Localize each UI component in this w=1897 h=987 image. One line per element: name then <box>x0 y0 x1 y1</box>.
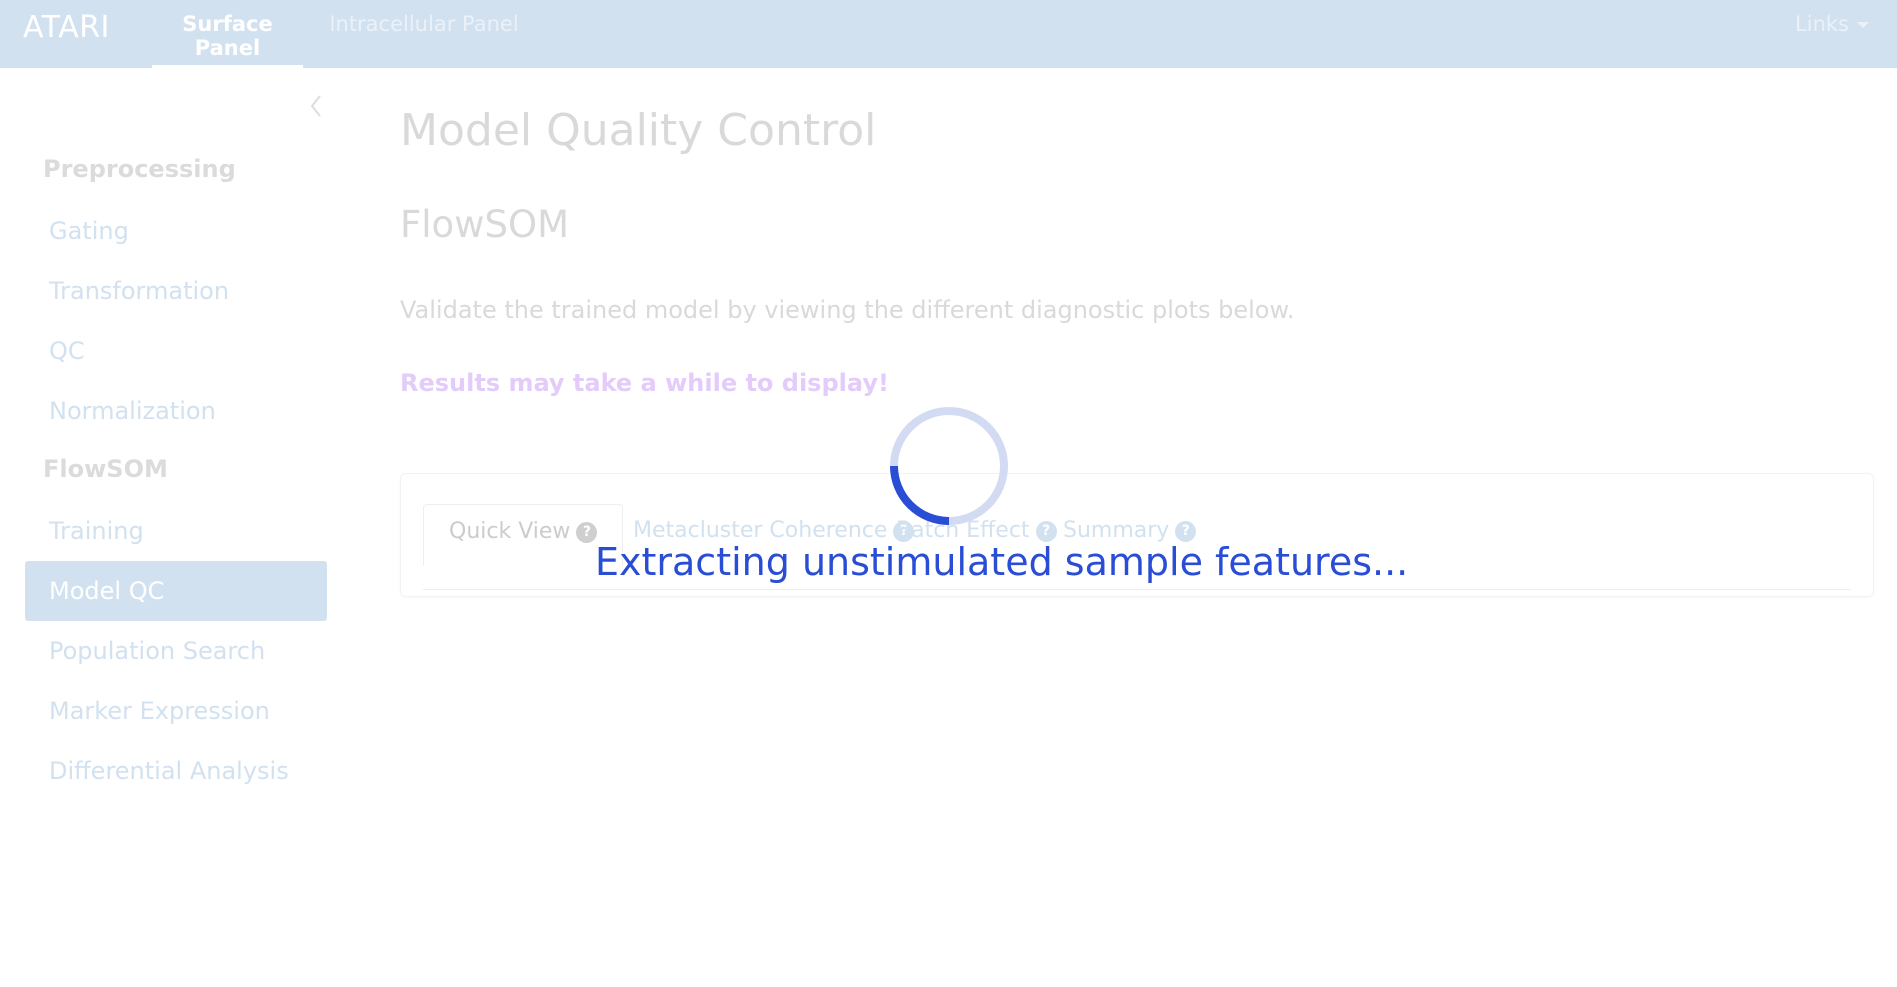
question-circle-icon[interactable]: ? <box>1175 521 1197 542</box>
sidebar-item-normalization[interactable]: Normalization <box>25 381 327 441</box>
chevron-left-icon[interactable] <box>307 93 325 119</box>
sidebar-item-label: Training <box>49 517 144 545</box>
sidebar-item-label: QC <box>49 337 85 365</box>
nav-tab-surface-panel[interactable]: Surface Panel <box>152 0 303 68</box>
sidebar-item-qc[interactable]: QC <box>25 321 327 381</box>
spinner-icon <box>887 404 1011 528</box>
links-label: Links <box>1795 12 1849 36</box>
main-content: Model Quality Control FlowSOM Validate t… <box>400 68 1874 968</box>
sidebar-item-label: Population Search <box>49 637 266 665</box>
sidebar-item-transformation[interactable]: Transformation <box>25 261 327 321</box>
sidebar-item-label: Model QC <box>49 577 165 605</box>
links-dropdown[interactable]: Links <box>1795 12 1869 36</box>
tab-quick-view[interactable]: Quick View? <box>423 504 624 566</box>
nav-tab-label: Intracellular Panel <box>329 12 519 36</box>
sidebar-item-gating[interactable]: Gating <box>25 201 327 261</box>
sidebar-item-label: Marker Expression <box>49 697 270 725</box>
sidebar-heading-preprocessing: Preprocessing <box>43 155 236 183</box>
sidebar-item-differential-analysis[interactable]: Differential Analysis <box>25 741 327 801</box>
sidebar-item-label: Gating <box>49 217 129 245</box>
section-subtitle: FlowSOM <box>400 203 569 246</box>
sidebar-heading-flowsom: FlowSOM <box>43 455 168 483</box>
sidebar-item-marker-expression[interactable]: Marker Expression <box>25 681 327 741</box>
sidebar: Preprocessing Gating Transformation QC N… <box>0 68 350 987</box>
page-title: Model Quality Control <box>400 105 877 156</box>
warning-text: Results may take a while to display! <box>400 369 889 397</box>
top-navbar: ATARI Surface Panel Intracellular Panel … <box>0 0 1897 68</box>
sidebar-item-population-search[interactable]: Population Search <box>25 621 327 681</box>
tab-label: Quick View <box>449 519 571 544</box>
sidebar-item-model-qc[interactable]: Model QC <box>25 561 327 621</box>
brand-logo[interactable]: ATARI <box>23 10 110 45</box>
sidebar-item-label: Differential Analysis <box>49 757 289 785</box>
nav-tab-label: Surface Panel <box>182 12 273 60</box>
nav-tab-intracellular-panel[interactable]: Intracellular Panel <box>324 0 524 68</box>
sidebar-item-label: Normalization <box>49 397 216 425</box>
caret-down-icon <box>1857 22 1869 28</box>
sidebar-item-training[interactable]: Training <box>25 501 327 561</box>
loading-message: Extracting unstimulated sample features.… <box>595 540 1409 584</box>
sidebar-item-label: Transformation <box>49 277 230 305</box>
page-description: Validate the trained model by viewing th… <box>400 296 1295 324</box>
